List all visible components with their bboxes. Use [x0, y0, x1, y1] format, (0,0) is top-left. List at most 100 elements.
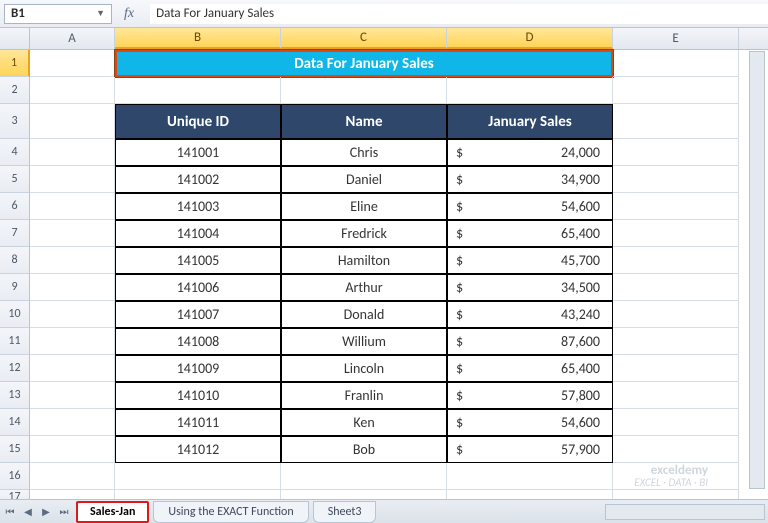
header-name[interactable]: Name: [281, 104, 447, 139]
cell-name[interactable]: Donald: [281, 301, 447, 328]
chevron-down-icon[interactable]: ▼: [96, 8, 105, 19]
tab-nav-last-icon[interactable]: ⏭: [56, 504, 72, 520]
cell[interactable]: [30, 247, 115, 274]
cell-name[interactable]: Daniel: [281, 166, 447, 193]
title-cell[interactable]: Data For January Sales: [115, 50, 613, 77]
cell-sales[interactable]: $34,500: [447, 274, 613, 301]
cell[interactable]: [30, 409, 115, 436]
cell-sales[interactable]: $45,700: [447, 247, 613, 274]
row-header[interactable]: 3: [0, 104, 30, 139]
sheet-tab[interactable]: Using the EXACT Function: [153, 501, 308, 523]
cell-name[interactable]: Arthur: [281, 274, 447, 301]
cell-sales[interactable]: $54,600: [447, 409, 613, 436]
cell-sales[interactable]: $24,000: [447, 139, 613, 166]
fx-icon[interactable]: fx: [124, 6, 134, 22]
cell-sales[interactable]: $65,400: [447, 220, 613, 247]
row-header[interactable]: 13: [0, 382, 30, 409]
cell-id[interactable]: 141012: [115, 436, 281, 463]
cell-sales[interactable]: $65,400: [447, 355, 613, 382]
cell[interactable]: [115, 77, 281, 104]
cell[interactable]: [30, 463, 115, 490]
cell-id[interactable]: 141007: [115, 301, 281, 328]
cell-sales[interactable]: $87,600: [447, 328, 613, 355]
cell-name[interactable]: Lincoln: [281, 355, 447, 382]
cell[interactable]: [613, 139, 739, 166]
cell[interactable]: [613, 220, 739, 247]
cell-sales[interactable]: $43,240: [447, 301, 613, 328]
cell-id[interactable]: 141005: [115, 247, 281, 274]
cell-name[interactable]: Willium: [281, 328, 447, 355]
row-header[interactable]: 12: [0, 355, 30, 382]
row-header[interactable]: 9: [0, 274, 30, 301]
cell-name[interactable]: Chris: [281, 139, 447, 166]
row-header[interactable]: 14: [0, 409, 30, 436]
sheet-tab[interactable]: Sales-Jan: [76, 501, 149, 523]
cell-name[interactable]: Hamilton: [281, 247, 447, 274]
cell[interactable]: [30, 50, 115, 77]
header-sales[interactable]: January Sales: [447, 104, 613, 139]
cell-name[interactable]: Bob: [281, 436, 447, 463]
row-header[interactable]: 8: [0, 247, 30, 274]
cell[interactable]: [613, 355, 739, 382]
col-header-e[interactable]: E: [613, 28, 739, 49]
row-header[interactable]: 16: [0, 463, 30, 490]
cell-sales[interactable]: $57,800: [447, 382, 613, 409]
cell[interactable]: [115, 463, 281, 490]
cell-id[interactable]: 141006: [115, 274, 281, 301]
cell-id[interactable]: 141008: [115, 328, 281, 355]
select-all-corner[interactable]: [0, 28, 30, 49]
cell[interactable]: [613, 409, 739, 436]
cell[interactable]: [613, 77, 739, 104]
cell[interactable]: [447, 77, 613, 104]
tab-nav-next-icon[interactable]: ▶: [38, 504, 54, 520]
cell-id[interactable]: 141002: [115, 166, 281, 193]
row-header[interactable]: 11: [0, 328, 30, 355]
row-header[interactable]: 2: [0, 77, 30, 104]
row-header[interactable]: 1: [0, 50, 30, 77]
cell-sales[interactable]: $34,900: [447, 166, 613, 193]
cell-id[interactable]: 141009: [115, 355, 281, 382]
col-header-b[interactable]: B: [115, 28, 281, 49]
col-header-d[interactable]: D: [447, 28, 613, 49]
sheet-tab[interactable]: Sheet3: [313, 501, 377, 523]
cell[interactable]: [447, 463, 613, 490]
cell[interactable]: [613, 166, 739, 193]
cell[interactable]: [613, 382, 739, 409]
cell[interactable]: [30, 301, 115, 328]
cell[interactable]: [30, 220, 115, 247]
cell[interactable]: [30, 139, 115, 166]
cell[interactable]: [30, 436, 115, 463]
col-header-a[interactable]: A: [30, 28, 115, 49]
cell[interactable]: [613, 50, 739, 77]
cell[interactable]: [30, 104, 115, 139]
formula-input[interactable]: Data For January Sales: [150, 4, 768, 24]
row-header[interactable]: 6: [0, 193, 30, 220]
cell-id[interactable]: 141011: [115, 409, 281, 436]
cell[interactable]: [30, 77, 115, 104]
cell[interactable]: [30, 274, 115, 301]
cell-sales[interactable]: $57,900: [447, 436, 613, 463]
cell-name[interactable]: Franlin: [281, 382, 447, 409]
cell-name[interactable]: Fredrick: [281, 220, 447, 247]
tab-nav-first-icon[interactable]: ⏮: [2, 504, 18, 520]
row-header[interactable]: 5: [0, 166, 30, 193]
row-header[interactable]: 10: [0, 301, 30, 328]
cell-name[interactable]: Ken: [281, 409, 447, 436]
cell[interactable]: [30, 382, 115, 409]
cell-id[interactable]: 141001: [115, 139, 281, 166]
cell[interactable]: [30, 355, 115, 382]
cell[interactable]: [30, 193, 115, 220]
cell[interactable]: [613, 247, 739, 274]
cell[interactable]: [281, 77, 447, 104]
tab-nav-prev-icon[interactable]: ◀: [20, 504, 36, 520]
cell-name[interactable]: Eline: [281, 193, 447, 220]
cell[interactable]: [613, 193, 739, 220]
cell[interactable]: [281, 463, 447, 490]
cell-id[interactable]: 141004: [115, 220, 281, 247]
cell[interactable]: [30, 328, 115, 355]
col-header-c[interactable]: C: [281, 28, 447, 49]
cell[interactable]: [613, 328, 739, 355]
cell-sales[interactable]: $54,600: [447, 193, 613, 220]
row-header[interactable]: 15: [0, 436, 30, 463]
name-box[interactable]: B1 ▼: [4, 4, 112, 24]
